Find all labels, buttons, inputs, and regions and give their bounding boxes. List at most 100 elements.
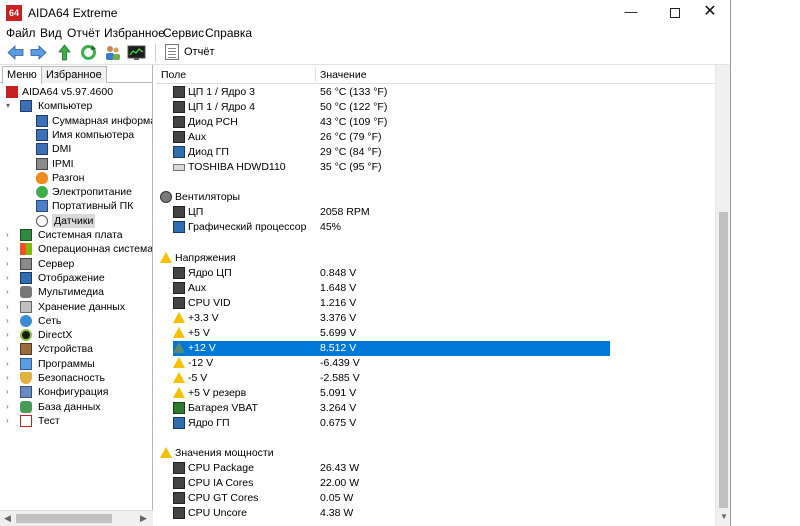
scroll-down-icon[interactable]: ▼	[720, 512, 728, 521]
sensor-row[interactable]: +12 V 8.512 V	[156, 340, 715, 356]
nav-scroll-thumb[interactable]	[16, 514, 112, 523]
tree-item-label: Разгон	[52, 171, 85, 184]
sensor-row[interactable]: ЦП 2058 RPM	[156, 205, 715, 220]
group-label: Значения мощности	[175, 447, 274, 460]
display-icon	[20, 271, 32, 284]
chevron-right-icon[interactable]: ›	[6, 228, 16, 242]
chevron-right-icon[interactable]: ›	[6, 400, 16, 414]
sensor-row[interactable]: CPU IA Cores 22.00 W	[156, 476, 715, 491]
tree-item-label: Сервер	[38, 257, 75, 270]
field-value: -6.439 V	[320, 356, 360, 369]
chevron-down-icon[interactable]: ▾	[6, 99, 16, 113]
gpu-icon	[173, 221, 185, 234]
refresh-button[interactable]	[79, 43, 98, 62]
menu-service[interactable]: Сервис	[163, 26, 204, 40]
motherboard-icon	[20, 229, 32, 241]
chevron-right-icon[interactable]: ›	[6, 385, 16, 399]
chevron-right-icon[interactable]: ›	[6, 242, 16, 256]
users-button[interactable]	[103, 43, 122, 62]
field-value: 45%	[320, 221, 342, 234]
chevron-right-icon[interactable]: ›	[6, 342, 16, 356]
menu-favorites[interactable]: Избранное	[104, 26, 165, 40]
cpu-icon	[173, 101, 185, 114]
menu-file[interactable]: Файл	[6, 26, 36, 40]
field-value: 56 °C (133 °F)	[320, 86, 388, 98]
sensor-row[interactable]: CPU Package 26.43 W	[156, 461, 715, 476]
nav-horizontal-scrollbar[interactable]: ◀ ▶	[0, 510, 153, 526]
group-header-row[interactable]: Значения мощности	[156, 446, 715, 461]
sensor-row[interactable]: ЦП 1 / Ядро 3 56 °C (133 °F)	[156, 85, 715, 100]
sensor-row[interactable]: Батарея VBAT 3.264 V	[156, 401, 715, 416]
up-button[interactable]	[55, 43, 74, 62]
field-label: CPU VID	[188, 296, 231, 309]
group-header-row[interactable]: Напряжения	[156, 251, 715, 266]
sensor-row[interactable]: Диод ГП 29 °C (84 °F)	[156, 145, 715, 160]
scroll-right-icon[interactable]: ▶	[140, 513, 147, 524]
details-scroll-thumb[interactable]	[719, 212, 728, 508]
column-field[interactable]: Поле	[161, 69, 186, 81]
forward-button[interactable]	[29, 43, 48, 62]
monitor-chart-icon	[127, 45, 146, 60]
aida-icon	[6, 86, 18, 98]
sensor-row[interactable]: -12 V -6.439 V	[156, 356, 715, 371]
column-separator[interactable]	[315, 67, 316, 82]
gpu-icon	[173, 417, 185, 430]
network-icon	[20, 314, 32, 327]
tab-favorites[interactable]: Избранное	[41, 66, 107, 83]
sensor-row[interactable]: -5 V -2.585 V	[156, 371, 715, 386]
column-value[interactable]: Значение	[320, 69, 367, 81]
tree-item-label: DirectX	[38, 329, 73, 342]
menu-report[interactable]: Отчёт	[67, 26, 100, 40]
tree-item-label: Мультимедиа	[38, 286, 104, 299]
chevron-right-icon[interactable]: ›	[6, 414, 16, 428]
minimize-button[interactable]: —	[610, 0, 652, 25]
sensor-row[interactable]: Диод PCH 43 °C (109 °F)	[156, 115, 715, 130]
chevron-right-icon[interactable]: ›	[6, 314, 16, 328]
cpu-icon	[173, 266, 185, 279]
group-label: Вентиляторы	[175, 191, 241, 204]
sensor-row[interactable]: CPU Uncore 4.38 W	[156, 506, 715, 521]
chevron-right-icon[interactable]: ›	[6, 371, 16, 385]
chevron-right-icon[interactable]: ›	[6, 357, 16, 371]
chevron-right-icon[interactable]: ›	[6, 271, 16, 285]
field-label: Aux	[188, 281, 207, 294]
group-header-row[interactable]: Вентиляторы	[156, 190, 715, 205]
sensor-row[interactable]: +5 V резерв 5.091 V	[156, 386, 715, 401]
back-button[interactable]	[6, 43, 25, 62]
field-label: Диод ГП	[188, 146, 229, 159]
tab-menu[interactable]: Меню	[2, 66, 42, 84]
sensor-row[interactable]: Aux 26 °C (79 °F)	[156, 130, 715, 145]
sensor-row[interactable]: TOSHIBA HDWD110 35 °C (95 °F)	[156, 160, 715, 175]
field-label: ЦП 1 / Ядро 4	[188, 101, 255, 114]
sensor-row[interactable]: Aux 1.648 V	[156, 281, 715, 296]
aida-app-icon: 64	[6, 5, 22, 21]
menu-help[interactable]: Справка	[205, 26, 252, 40]
laptop-icon	[36, 200, 48, 213]
chevron-right-icon[interactable]: ›	[6, 328, 16, 342]
details-pane: Поле Значение ЦП 1 / Ядро 3 56 °C (133 °F…	[156, 65, 730, 526]
sensor-list: ЦП 1 / Ядро 3 56 °C (133 °F) ЦП 1 / Ядро 4…	[156, 85, 715, 526]
scroll-left-icon[interactable]: ◀	[4, 513, 11, 524]
field-label: Диод PCH	[188, 116, 238, 129]
chevron-right-icon[interactable]: ›	[6, 300, 16, 314]
chevron-right-icon[interactable]: ›	[6, 257, 16, 271]
sensor-row[interactable]: ЦП 1 / Ядро 4 50 °C (122 °F)	[156, 100, 715, 115]
close-button[interactable]: ✕	[689, 0, 730, 25]
sensor-row[interactable]: Ядро ЦП 0.848 V	[156, 266, 715, 281]
chevron-right-icon[interactable]: ›	[6, 285, 16, 299]
sensor-row[interactable]: Ядро ГП 0.675 V	[156, 416, 715, 431]
details-vertical-scrollbar[interactable]: ▼	[715, 65, 730, 526]
sensor-row[interactable]: CPU VID 1.216 V	[156, 296, 715, 311]
menu-view[interactable]: Вид	[40, 26, 62, 40]
monitor-button[interactable]	[127, 43, 146, 62]
cpu-icon	[173, 492, 185, 505]
sensor-row[interactable]: +3.3 V 3.376 V	[156, 311, 715, 326]
tree-item-label: Тест	[38, 414, 60, 427]
tree-item-label: Программы	[38, 357, 95, 370]
sensor-row[interactable]: CPU GT Cores 0.05 W	[156, 491, 715, 506]
server-icon	[36, 157, 48, 170]
report-button[interactable]: Отчёт	[165, 44, 214, 62]
sensor-row[interactable]: +5 V 5.699 V	[156, 326, 715, 341]
sensor-row[interactable]: Графический процессор 45%	[156, 220, 715, 235]
disk-icon	[173, 164, 185, 172]
